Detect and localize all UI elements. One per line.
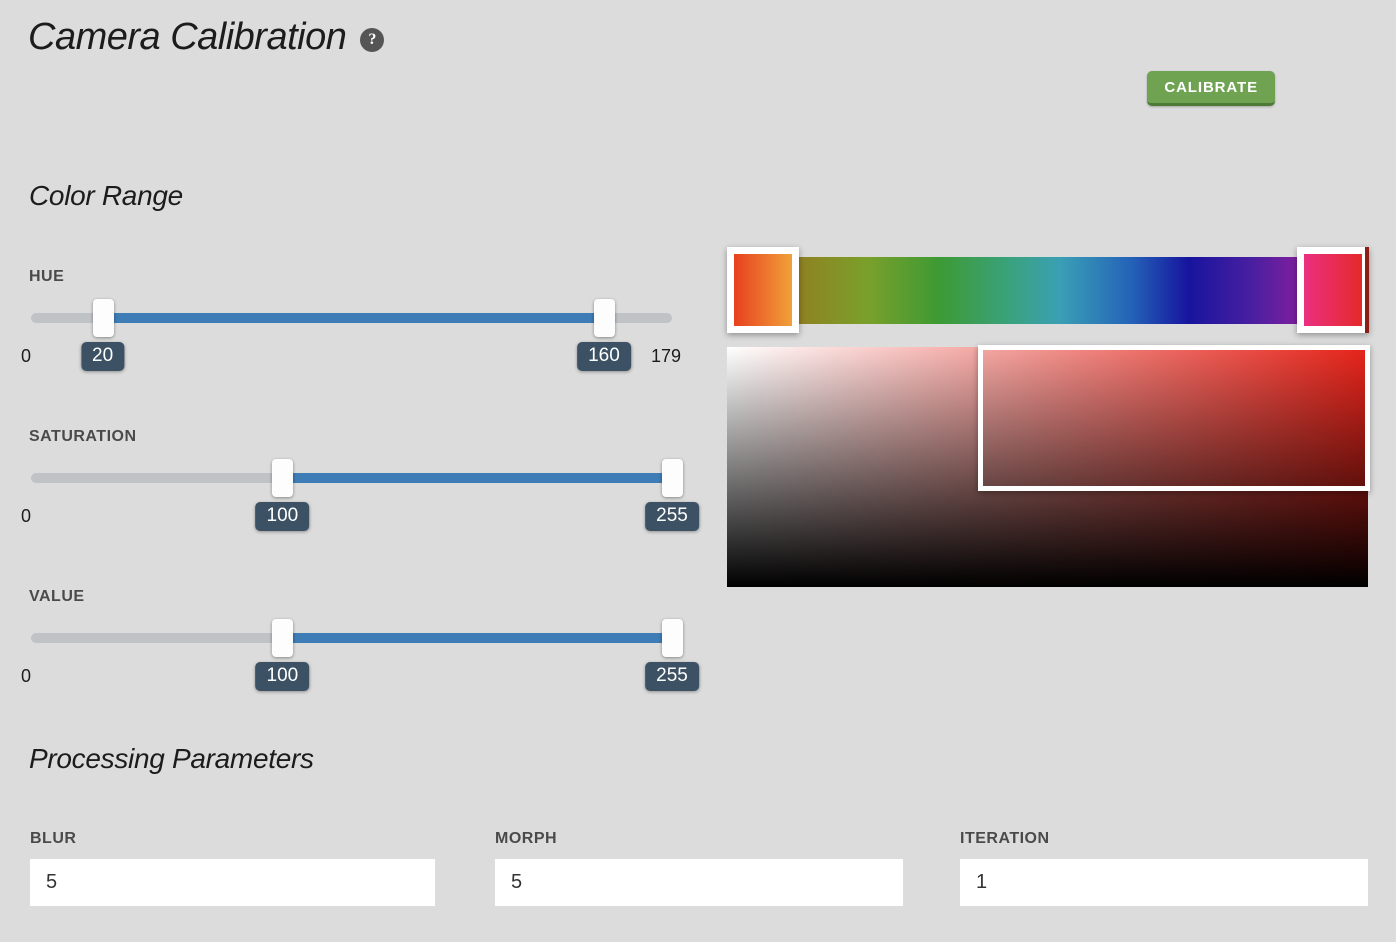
slider-min-label-saturation: 0	[21, 506, 32, 526]
param-field-blur: BLUR	[30, 830, 435, 906]
slider-value-badge-value-low: 100	[255, 662, 310, 691]
param-label-blur: BLUR	[30, 830, 77, 847]
param-field-morph: MORPH	[495, 830, 903, 906]
slider-fill-value	[282, 633, 672, 643]
slider-max-label-hue: 179	[651, 346, 682, 366]
slider-min-label-value: 0	[21, 666, 32, 686]
slider-handle-value-low[interactable]	[272, 619, 294, 657]
slider-track-saturation[interactable]	[31, 459, 683, 497]
slider-handle-saturation-high[interactable]	[662, 459, 683, 497]
slider-handle-hue-high[interactable]	[593, 299, 615, 337]
slider-value-badge-hue-high: 160	[577, 342, 631, 371]
slider-handle-value-high[interactable]	[662, 619, 683, 657]
help-icon[interactable]: ?	[360, 28, 385, 52]
morph-input[interactable]	[495, 859, 903, 906]
iteration-input[interactable]	[960, 859, 1368, 906]
param-label-iteration: ITERATION	[960, 830, 1050, 847]
saturation-value-selection-rect[interactable]	[978, 345, 1370, 491]
page-title: Camera Calibration	[28, 16, 347, 58]
slider-fill-saturation	[282, 473, 672, 483]
page-header: Camera Calibration ?	[28, 16, 385, 58]
hue-range-preview	[727, 247, 1369, 333]
saturation-value-preview	[727, 345, 1370, 587]
slider-label-hue: HUE	[29, 268, 65, 285]
calibrate-button[interactable]: CALIBRATE	[1147, 71, 1275, 106]
processing-parameters-heading: Processing Parameters	[29, 743, 314, 774]
slider-fill-hue	[102, 313, 604, 323]
param-field-iteration: ITERATION	[960, 830, 1368, 906]
slider-track-value[interactable]	[31, 619, 683, 657]
param-label-morph: MORPH	[495, 830, 558, 847]
slider-handle-hue-low[interactable]	[92, 299, 114, 337]
hue-marker-high-swatch[interactable]	[1297, 247, 1369, 333]
color-range-heading: Color Range	[29, 180, 183, 211]
hue-gradient-bar	[727, 257, 1368, 324]
slider-min-label-hue: 0	[21, 346, 32, 366]
slider-label-value: VALUE	[29, 588, 85, 605]
hue-marker-low-swatch[interactable]	[727, 247, 799, 333]
slider-value-badge-saturation-high: 255	[645, 502, 699, 531]
slider-value-badge-hue-low: 20	[81, 342, 125, 371]
blur-input[interactable]	[30, 859, 435, 906]
slider-handle-saturation-low[interactable]	[272, 459, 294, 497]
slider-value-badge-saturation-low: 100	[255, 502, 310, 531]
slider-label-saturation: SATURATION	[29, 428, 137, 445]
slider-value-badge-value-high: 255	[645, 662, 699, 691]
slider-track-hue[interactable]	[31, 299, 672, 337]
